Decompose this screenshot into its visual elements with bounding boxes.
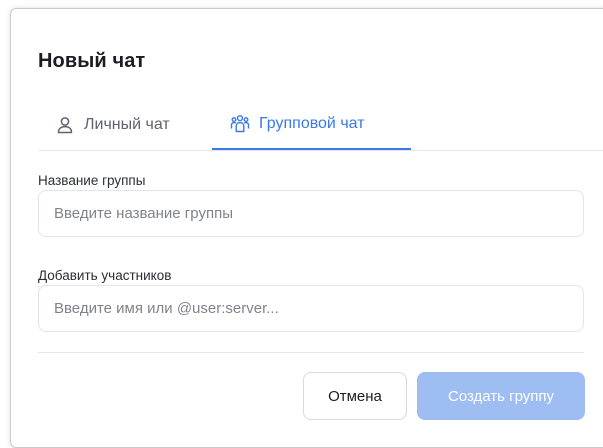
cancel-button[interactable]: Отмена xyxy=(303,372,407,420)
add-members-input[interactable] xyxy=(38,285,584,332)
tab-personal-label: Личный чат xyxy=(84,116,170,133)
group-name-input[interactable] xyxy=(38,190,584,237)
group-icon xyxy=(230,114,250,134)
chat-type-tabs: Личный чат Групповой чат xyxy=(38,100,603,151)
user-icon xyxy=(55,115,75,135)
new-chat-dialog: Новый чат Личный чат Групповой чат Назва… xyxy=(10,8,603,448)
tab-personal-chat[interactable]: Личный чат xyxy=(55,100,170,150)
footer-divider xyxy=(38,352,584,353)
tab-group-label: Групповой чат xyxy=(259,115,365,132)
group-name-label: Название группы xyxy=(38,173,146,188)
create-group-button[interactable]: Создать группу xyxy=(417,372,585,420)
tab-group-chat[interactable]: Групповой чат xyxy=(212,100,411,150)
add-members-label: Добавить участников xyxy=(38,268,172,283)
dialog-title: Новый чат xyxy=(38,50,146,72)
